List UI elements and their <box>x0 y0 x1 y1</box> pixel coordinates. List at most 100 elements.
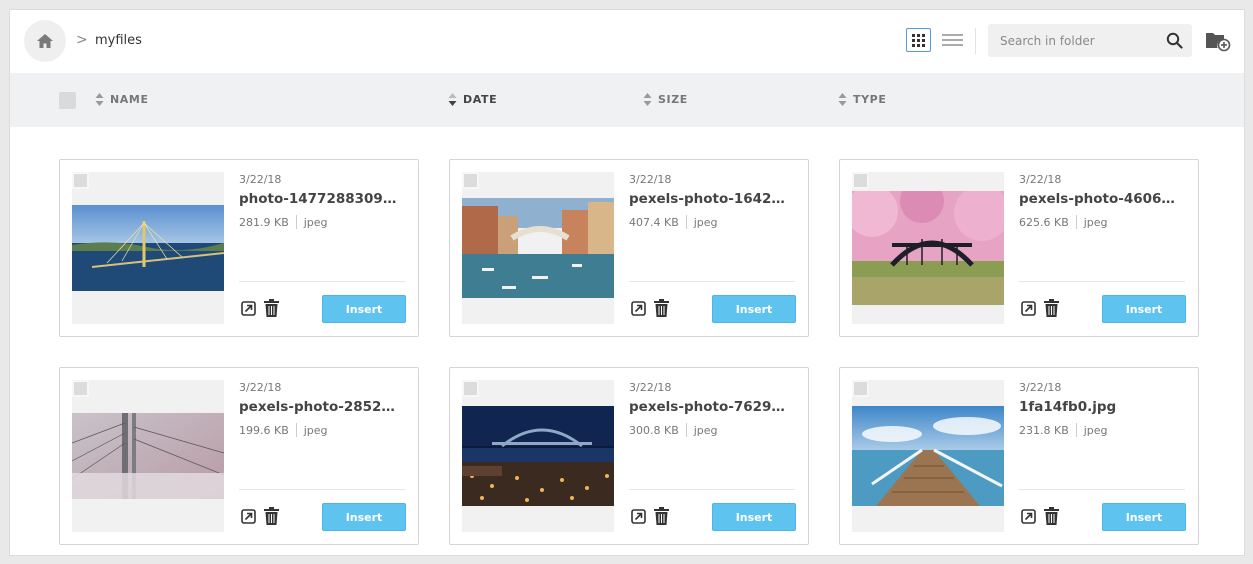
file-checkbox[interactable] <box>72 172 89 189</box>
divider <box>239 489 405 490</box>
file-card[interactable]: 3/22/18 pexels-photo-285283... 199.6 KB … <box>59 367 419 545</box>
sort-icon <box>95 93 104 106</box>
trash-icon <box>264 507 279 525</box>
column-name[interactable]: NAME <box>95 93 149 106</box>
open-button[interactable] <box>241 301 256 320</box>
insert-button[interactable]: Insert <box>322 503 406 531</box>
file-card[interactable]: 3/22/18 pexels-photo-164212... 407.4 KB … <box>449 159 809 337</box>
thumbnail-image[interactable] <box>462 198 614 298</box>
file-date: 3/22/18 <box>1019 381 1062 394</box>
thumbnail-image[interactable] <box>852 191 1004 305</box>
search-input[interactable] <box>988 24 1158 57</box>
thumbnail-image[interactable] <box>462 406 614 506</box>
file-browser: > myfiles Search in folder NAME DATE SIZ… <box>9 9 1245 556</box>
divider <box>239 281 405 282</box>
file-date: 3/22/18 <box>1019 173 1062 186</box>
column-type-label: TYPE <box>853 93 887 106</box>
divider <box>975 28 976 54</box>
file-meta: 625.6 KB jpeg <box>1019 215 1108 229</box>
insert-button[interactable]: Insert <box>712 503 796 531</box>
file-type: jpeg <box>303 423 328 437</box>
sort-icon <box>643 93 652 106</box>
home-button[interactable] <box>24 20 66 62</box>
column-type[interactable]: TYPE <box>838 93 886 106</box>
open-external-icon <box>241 509 256 524</box>
file-card[interactable]: 3/22/18 pexels-photo-762905... 300.8 KB … <box>449 367 809 545</box>
divider <box>1019 489 1185 490</box>
insert-button[interactable]: Insert <box>322 295 406 323</box>
trash-icon <box>654 299 669 317</box>
file-type: jpeg <box>693 423 718 437</box>
meta-divider <box>295 423 297 437</box>
search-icon <box>1166 32 1183 49</box>
file-card[interactable]: 3/22/18 1fa14fb0.jpg 231.8 KB jpeg Inser… <box>839 367 1199 545</box>
file-meta: 281.9 KB jpeg <box>239 215 328 229</box>
file-checkbox[interactable] <box>72 380 89 397</box>
thumbnail-image[interactable] <box>72 413 224 499</box>
open-external-icon <box>631 301 646 316</box>
column-size[interactable]: SIZE <box>643 93 688 106</box>
open-external-icon <box>631 509 646 524</box>
open-button[interactable] <box>631 301 646 320</box>
file-meta: 300.8 KB jpeg <box>629 423 718 437</box>
home-icon <box>37 34 53 48</box>
thumbnail-image[interactable] <box>852 406 1004 506</box>
file-size: 199.6 KB <box>239 423 289 437</box>
grid-icon <box>912 33 925 47</box>
grid-view-button[interactable] <box>906 28 931 52</box>
breadcrumb-current[interactable]: myfiles <box>95 33 142 48</box>
meta-divider <box>685 215 687 229</box>
meta-divider <box>1075 215 1077 229</box>
file-card[interactable]: 3/22/18 photo-14772883092... 281.9 KB jp… <box>59 159 419 337</box>
file-type: jpeg <box>303 215 328 229</box>
meta-divider <box>685 423 687 437</box>
file-meta: 231.8 KB jpeg <box>1019 423 1108 437</box>
sort-icon <box>838 93 847 106</box>
delete-button[interactable] <box>654 507 669 529</box>
new-folder-button[interactable] <box>1205 30 1231 56</box>
file-size: 300.8 KB <box>629 423 679 437</box>
delete-button[interactable] <box>1044 299 1059 321</box>
insert-button[interactable]: Insert <box>1102 503 1186 531</box>
delete-button[interactable] <box>264 507 279 529</box>
file-size: 281.9 KB <box>239 215 289 229</box>
file-checkbox[interactable] <box>852 172 869 189</box>
trash-icon <box>1044 507 1059 525</box>
delete-button[interactable] <box>264 299 279 321</box>
open-button[interactable] <box>631 509 646 528</box>
file-card[interactable]: 3/22/18 pexels-photo-460635... 625.6 KB … <box>839 159 1199 337</box>
open-button[interactable] <box>1021 509 1036 528</box>
open-external-icon <box>1021 301 1036 316</box>
insert-button[interactable]: Insert <box>1102 295 1186 323</box>
file-name: 1fa14fb0.jpg <box>1019 399 1117 415</box>
insert-button[interactable]: Insert <box>712 295 796 323</box>
meta-divider <box>295 215 297 229</box>
file-type: jpeg <box>693 215 718 229</box>
trash-icon <box>1044 299 1059 317</box>
file-name: photo-14772883092... <box>239 191 403 207</box>
delete-button[interactable] <box>1044 507 1059 529</box>
file-meta: 407.4 KB jpeg <box>629 215 718 229</box>
select-all-checkbox[interactable] <box>59 92 76 109</box>
file-checkbox[interactable] <box>462 172 479 189</box>
divider <box>1019 281 1185 282</box>
open-external-icon <box>241 301 256 316</box>
file-type: jpeg <box>1083 423 1108 437</box>
file-name: pexels-photo-762905... <box>629 399 793 415</box>
file-name: pexels-photo-460635... <box>1019 191 1183 207</box>
list-view-button[interactable] <box>941 30 963 50</box>
file-date: 3/22/18 <box>239 381 282 394</box>
column-size-label: SIZE <box>658 93 688 106</box>
file-checkbox[interactable] <box>852 380 869 397</box>
column-date[interactable]: DATE <box>448 93 497 106</box>
delete-button[interactable] <box>654 299 669 321</box>
open-button[interactable] <box>241 509 256 528</box>
file-name: pexels-photo-285283... <box>239 399 403 415</box>
thumbnail-image[interactable] <box>72 205 224 291</box>
file-size: 625.6 KB <box>1019 215 1069 229</box>
open-button[interactable] <box>1021 301 1036 320</box>
search-button[interactable] <box>1166 32 1183 53</box>
file-checkbox[interactable] <box>462 380 479 397</box>
sort-descending-icon <box>448 93 457 106</box>
file-date: 3/22/18 <box>629 381 672 394</box>
